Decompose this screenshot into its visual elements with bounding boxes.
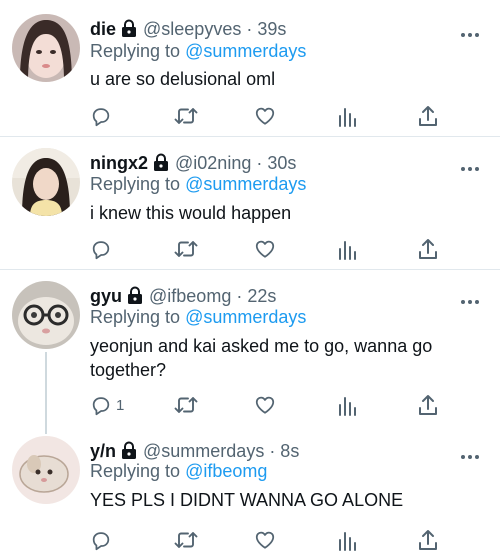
display-name[interactable]: die [90, 19, 116, 39]
more-icon[interactable] [460, 292, 480, 304]
heart-icon [254, 238, 276, 260]
more-icon[interactable] [460, 159, 480, 171]
heart-icon [254, 529, 276, 551]
handle-timestamp[interactable]: @ifbeomg · 22s [149, 286, 276, 306]
display-name[interactable]: y/n [90, 441, 116, 461]
tweet-text: i knew this would happen [90, 203, 292, 223]
retweet-button[interactable] [174, 104, 198, 128]
action-bar [90, 237, 460, 261]
display-name[interactable]: ningx2 [90, 153, 148, 173]
reply-button[interactable]: 1 [90, 393, 124, 417]
share-icon [418, 394, 438, 416]
handle-timestamp[interactable]: @summerdays · 8s [143, 441, 299, 461]
share-icon [418, 105, 438, 127]
heart-icon [254, 105, 276, 127]
more-icon[interactable] [460, 447, 480, 459]
like-button[interactable] [254, 393, 276, 417]
mention-link[interactable]: @ifbeomg [185, 461, 267, 481]
mention-link[interactable]: @summerdays [185, 41, 306, 61]
reply-button[interactable] [90, 104, 116, 128]
handle-timestamp[interactable]: @i02ning · 30s [175, 153, 296, 173]
retweet-button[interactable] [174, 393, 198, 417]
views-icon [338, 238, 358, 260]
reply-button[interactable] [90, 237, 116, 261]
lock-icon [121, 19, 137, 42]
views-icon [338, 394, 358, 416]
tweet-gyu[interactable]: gyu @ifbeomg · 22s Replying to @summerday… [0, 270, 500, 434]
avatar[interactable] [12, 281, 80, 349]
replying-label: Replying to [90, 174, 186, 194]
retweet-icon [174, 394, 198, 416]
share-icon [418, 238, 438, 260]
share-button[interactable] [418, 393, 438, 417]
reply-icon [90, 529, 112, 551]
reply-button[interactable] [90, 528, 116, 552]
more-icon[interactable] [460, 25, 480, 37]
tweet-text: YES PLS I DIDNT WANNA GO ALONE [90, 490, 404, 510]
views-button[interactable] [338, 393, 358, 417]
reply-icon [90, 105, 112, 127]
share-icon [418, 529, 438, 551]
retweet-button[interactable] [174, 237, 198, 261]
action-bar: 1 [90, 393, 460, 417]
like-button[interactable] [254, 104, 276, 128]
retweet-icon [174, 105, 198, 127]
share-button[interactable] [418, 528, 438, 552]
share-button[interactable] [418, 237, 438, 261]
action-bar [90, 104, 460, 128]
mention-link[interactable]: @summerdays [185, 174, 306, 194]
tweet-header: die @sleepyves · 39s [90, 18, 286, 42]
reply-icon [90, 238, 112, 260]
tweet-ningx2[interactable]: ningx2 @i02ning · 30s Replying to @summer… [0, 137, 500, 269]
reply-icon [90, 394, 112, 416]
replying-label: Replying to [90, 41, 186, 61]
avatar[interactable] [12, 14, 80, 82]
replying-to: Replying to @summerdays [90, 173, 306, 195]
heart-icon [254, 394, 276, 416]
views-button[interactable] [338, 104, 358, 128]
replying-label: Replying to [90, 461, 186, 481]
tweet-text: yeonjun and kai asked me to go, wanna go… [90, 336, 433, 380]
share-button[interactable] [418, 104, 438, 128]
retweet-icon [174, 529, 198, 551]
views-icon [338, 105, 358, 127]
tweet-die[interactable]: die @sleepyves · 39s Replying to @summerd… [0, 0, 500, 136]
retweet-icon [174, 238, 198, 260]
like-button[interactable] [254, 237, 276, 261]
retweet-button[interactable] [174, 528, 198, 552]
views-button[interactable] [338, 237, 358, 261]
mention-link[interactable]: @summerdays [185, 307, 306, 327]
replying-to: Replying to @summerdays [90, 306, 306, 328]
tweet-yn[interactable]: y/n @summerdays · 8s Replying to @ifbeomg… [0, 434, 500, 556]
reply-count: 1 [116, 396, 125, 414]
tweet-text: u are so delusional oml [90, 69, 276, 89]
display-name[interactable]: gyu [90, 286, 122, 306]
action-bar [90, 528, 460, 552]
avatar[interactable] [12, 148, 80, 216]
replying-to: Replying to @summerdays [90, 40, 306, 62]
views-icon [338, 529, 358, 551]
replying-label: Replying to [90, 307, 186, 327]
replying-to: Replying to @ifbeomg [90, 460, 267, 482]
like-button[interactable] [254, 528, 276, 552]
handle-timestamp[interactable]: @sleepyves · 39s [143, 19, 286, 39]
avatar[interactable] [12, 436, 80, 504]
views-button[interactable] [338, 528, 358, 552]
